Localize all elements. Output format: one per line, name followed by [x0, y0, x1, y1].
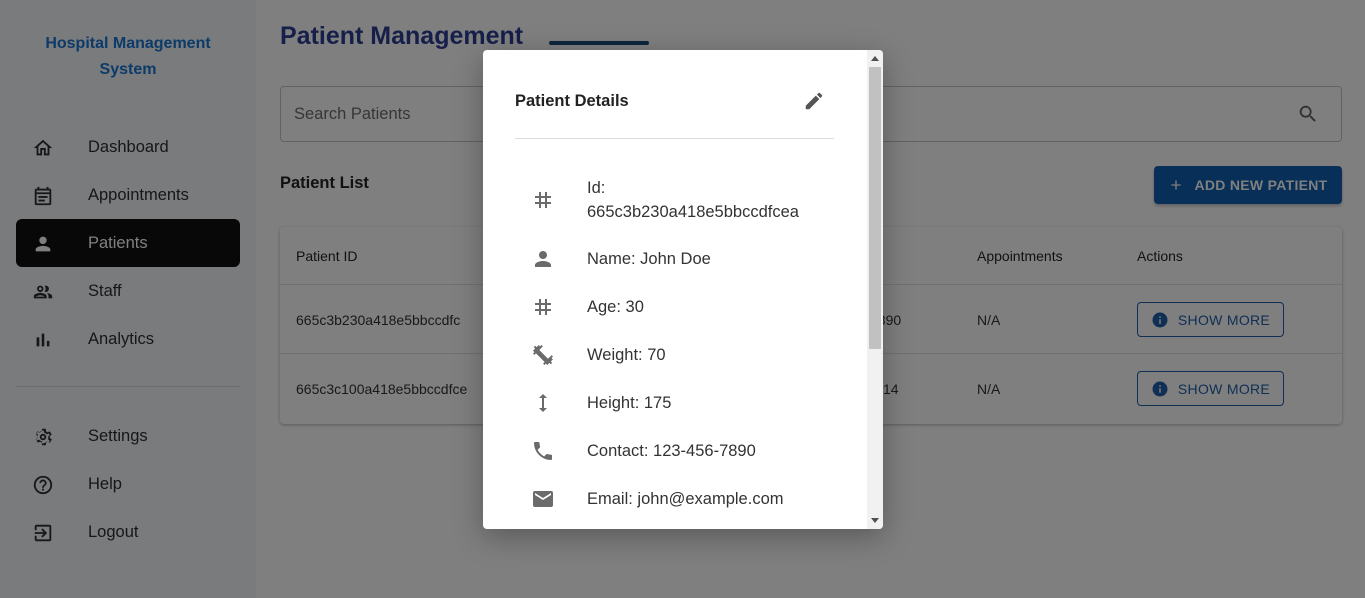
detail-id-label: Id: — [587, 179, 606, 197]
detail-age-text: Age: 30 — [587, 298, 644, 316]
dialog-title: Patient Details — [515, 92, 629, 110]
detail-age: Age: 30 — [515, 295, 835, 319]
scroll-up-arrow[interactable] — [871, 56, 879, 61]
detail-email-text: Email: john@example.com — [587, 490, 784, 508]
detail-height-text: Height: 175 — [587, 394, 672, 412]
detail-weight-text: Weight: 70 — [587, 346, 666, 364]
detail-id: Id: 665c3b230a418e5bbccdfcea — [515, 176, 835, 224]
scrollbar-thumb[interactable] — [869, 67, 881, 349]
dialog-scrollbar[interactable] — [867, 50, 883, 529]
patient-details-dialog: Patient Details Id: 665c3b230a418e5bbccd… — [483, 50, 883, 529]
detail-email: Email: john@example.com — [515, 487, 835, 511]
detail-id-value: 665c3b230a418e5bbccdfcea — [587, 203, 799, 221]
detail-weight: Weight: 70 — [515, 343, 835, 367]
hash-icon — [531, 295, 555, 319]
edit-icon[interactable] — [803, 90, 825, 112]
weight-icon — [531, 343, 555, 367]
hash-icon — [531, 188, 555, 212]
person-icon — [531, 247, 555, 271]
dialog-divider — [515, 138, 834, 139]
height-icon — [531, 391, 555, 415]
phone-icon — [531, 439, 555, 463]
scroll-down-arrow[interactable] — [871, 518, 879, 523]
detail-contact: Contact: 123-456-7890 — [515, 439, 835, 463]
detail-contact-text: Contact: 123-456-7890 — [587, 442, 756, 460]
detail-name-text: Name: John Doe — [587, 250, 711, 268]
detail-height: Height: 175 — [515, 391, 835, 415]
email-icon — [531, 487, 555, 511]
detail-name: Name: John Doe — [515, 247, 835, 271]
